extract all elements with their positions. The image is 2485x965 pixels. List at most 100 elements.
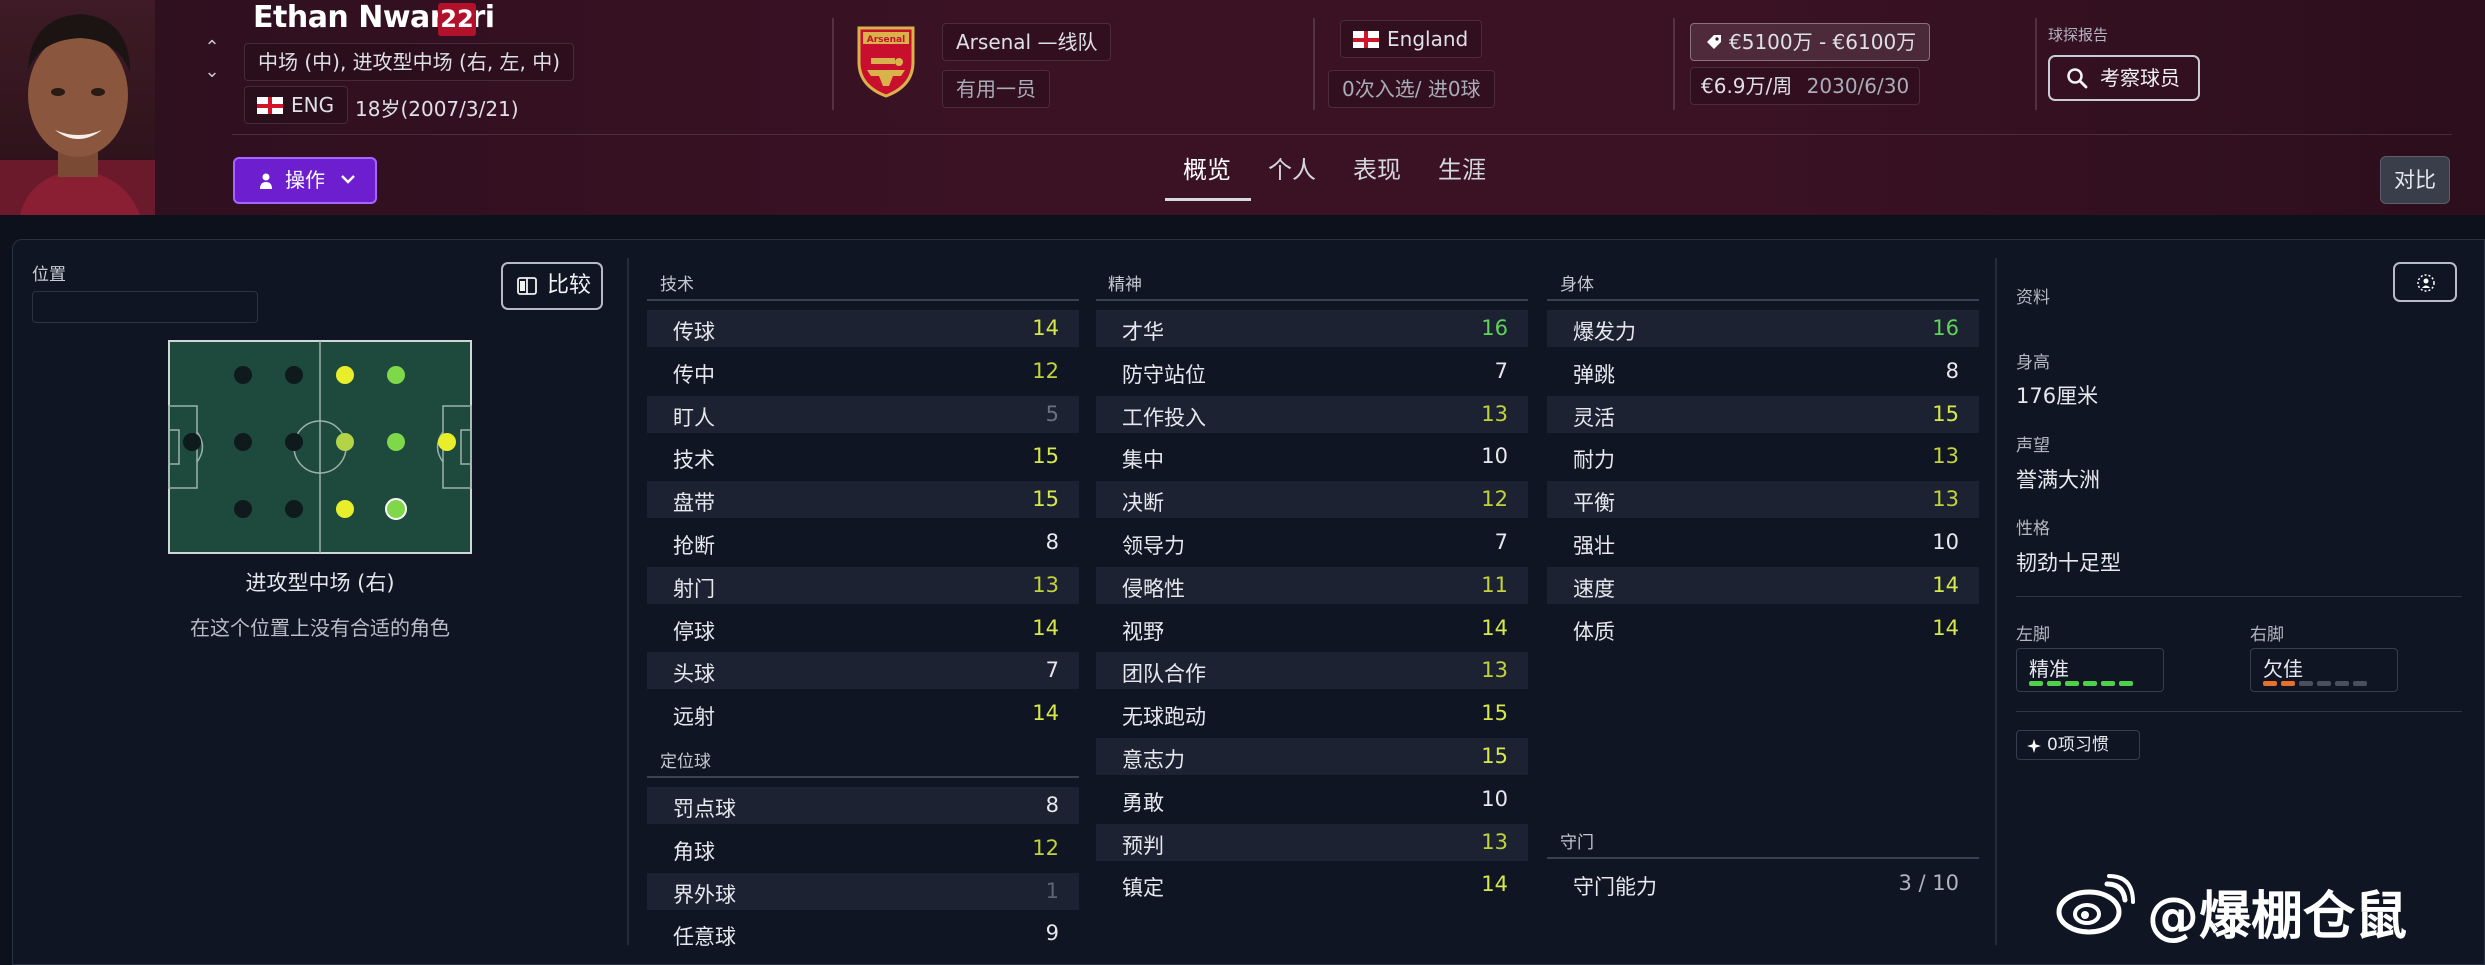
position-selector[interactable] xyxy=(32,291,258,323)
attribute-row[interactable]: 防守站位 7 xyxy=(1096,353,1528,390)
pitch-position-dot[interactable] xyxy=(336,433,354,451)
attribute-row[interactable]: 任意球 9 xyxy=(647,915,1079,952)
attribute-row[interactable]: 速度 14 xyxy=(1547,566,1979,604)
attribute-row[interactable]: 角球 12 xyxy=(647,830,1079,867)
attribute-name: 罚点球 xyxy=(673,797,736,821)
position-compare-button[interactable]: 比较 xyxy=(501,262,603,310)
goalkeeping-divider xyxy=(1547,857,1979,859)
foot-level-segment xyxy=(2281,681,2295,686)
attribute-row[interactable]: 停球 14 xyxy=(647,610,1079,647)
attribute-row[interactable]: 罚点球 8 xyxy=(647,787,1079,824)
attribute-value: 8 xyxy=(1045,530,1059,554)
tab-career[interactable]: 生涯 xyxy=(1438,150,1486,185)
previous-player-arrow-icon[interactable]: ⌃ xyxy=(200,36,224,60)
attribute-row[interactable]: 视野 14 xyxy=(1096,610,1528,647)
attribute-row[interactable]: 领导力 7 xyxy=(1096,524,1528,561)
physical-divider xyxy=(1547,299,1979,301)
attribute-value: 15 xyxy=(1481,744,1508,768)
international-country: England xyxy=(1387,27,1469,51)
tab-overview[interactable]: 概览 xyxy=(1183,150,1231,185)
attribute-row[interactable]: 盯人 5 xyxy=(647,395,1079,433)
attribute-row[interactable]: 集中 10 xyxy=(1096,438,1528,475)
right-foot-label: 右脚 xyxy=(2250,625,2284,645)
club-name-chip[interactable]: Arsenal —线队 xyxy=(942,23,1112,61)
attribute-row[interactable]: 平衡 13 xyxy=(1547,481,1979,519)
header-divider xyxy=(1313,18,1315,110)
pitch-position-dot[interactable] xyxy=(336,500,354,518)
tab-performance[interactable]: 表现 xyxy=(1353,150,1401,185)
watermark-text: @爆棚仓鼠 xyxy=(2147,887,2408,947)
selected-position-dot[interactable] xyxy=(385,498,407,520)
attribute-row[interactable]: 射门 13 xyxy=(647,566,1079,604)
transfer-value: €5100万 - €6100万 xyxy=(1729,30,1917,54)
attribute-row[interactable]: 体质 14 xyxy=(1547,610,1979,647)
attribute-row[interactable]: 爆发力 16 xyxy=(1547,310,1979,347)
attribute-value: 13 xyxy=(1932,487,1959,512)
attribute-row[interactable]: 耐力 13 xyxy=(1547,438,1979,475)
pitch-position-dot[interactable] xyxy=(336,366,354,384)
attribute-name: 平衡 xyxy=(1573,491,1615,516)
pitch-position-dot[interactable] xyxy=(387,366,405,384)
next-player-arrow-icon[interactable]: ⌄ xyxy=(200,60,224,84)
attribute-value: 13 xyxy=(1932,444,1959,469)
arsenal-crest-icon[interactable]: Arsenal xyxy=(855,22,917,98)
attribute-row[interactable]: 头球 7 xyxy=(647,652,1079,690)
pitch-position-dot[interactable] xyxy=(234,500,252,518)
player-nation: ENG xyxy=(291,93,335,117)
wage: €6.9万/周 xyxy=(1701,74,1793,98)
attribute-value: 14 xyxy=(1032,701,1059,726)
attribute-name: 领导力 xyxy=(1122,534,1185,558)
attribute-row[interactable]: 技术 15 xyxy=(647,438,1079,475)
attribute-row[interactable]: 侵略性 11 xyxy=(1096,566,1528,604)
scout-player-button[interactable]: 考察球员 xyxy=(2048,55,2200,101)
attribute-row[interactable]: 传球 14 xyxy=(647,310,1079,347)
attribute-row[interactable]: 无球跑动 15 xyxy=(1096,695,1528,732)
pitch-position-dot[interactable] xyxy=(438,433,456,451)
tab-personal[interactable]: 个人 xyxy=(1268,150,1316,185)
attribute-row[interactable]: 意志力 15 xyxy=(1096,738,1528,775)
pitch-position-dot[interactable] xyxy=(387,433,405,451)
attribute-row[interactable]: 团队合作 13 xyxy=(1096,652,1528,690)
left-foot-label: 左脚 xyxy=(2016,625,2050,645)
international-caps: 0次入选/ 进0球 xyxy=(1328,70,1495,108)
attribute-value: 10 xyxy=(1481,444,1508,469)
pitch-position-dot[interactable] xyxy=(285,433,303,451)
international-chip[interactable]: England xyxy=(1340,20,1483,58)
attribute-row[interactable]: 镇定 14 xyxy=(1096,866,1528,903)
attribute-row[interactable]: 强壮 10 xyxy=(1547,524,1979,561)
attribute-row[interactable]: 盘带 15 xyxy=(647,481,1079,519)
action-menu-button[interactable]: 操作 xyxy=(233,157,377,204)
compare-button[interactable]: 对比 xyxy=(2380,156,2450,204)
attribute-name: 视野 xyxy=(1122,619,1164,644)
attribute-value: 13 xyxy=(1481,658,1508,683)
set-pieces-divider xyxy=(647,776,1079,778)
attribute-row[interactable]: 灵活 15 xyxy=(1547,395,1979,433)
habits-chip[interactable]: 0项习惯 xyxy=(2016,730,2140,760)
attribute-row[interactable]: 弹跳 8 xyxy=(1547,353,1979,390)
info-divider xyxy=(2016,711,2462,712)
attribute-row[interactable]: 工作投入 13 xyxy=(1096,395,1528,433)
reputation-value: 誉满大洲 xyxy=(2016,468,2100,492)
transfer-value-chip[interactable]: €5100万 - €6100万 xyxy=(1690,23,1931,61)
attribute-row[interactable]: 才华 16 xyxy=(1096,310,1528,347)
attribute-row[interactable]: 抢断 8 xyxy=(647,524,1079,561)
foot-level-segment xyxy=(2101,681,2115,686)
attribute-row[interactable]: 勇敢 10 xyxy=(1096,781,1528,818)
attribute-row[interactable]: 传中 12 xyxy=(647,353,1079,390)
info-settings-button[interactable] xyxy=(2393,262,2457,302)
player-positions: 中场 (中), 进攻型中场 (右, 左, 中) xyxy=(244,43,575,81)
player-portrait xyxy=(0,0,155,215)
player-age-birth: 18岁(2007/3/21) xyxy=(355,97,519,121)
pitch-position-dot[interactable] xyxy=(183,433,201,451)
left-foot-value: 精准 xyxy=(2029,657,2069,681)
attribute-row[interactable]: 预判 13 xyxy=(1096,823,1528,861)
attribute-row[interactable]: 界外球 1 xyxy=(647,872,1079,910)
technical-title: 技术 xyxy=(660,275,694,295)
attribute-row[interactable]: 远射 14 xyxy=(647,695,1079,732)
attribute-name: 盯人 xyxy=(673,405,715,430)
pitch-position-dot[interactable] xyxy=(285,500,303,518)
pitch-position-dot[interactable] xyxy=(234,366,252,384)
pitch-position-dot[interactable] xyxy=(234,433,252,451)
attribute-row[interactable]: 决断 12 xyxy=(1096,481,1528,519)
pitch-position-dot[interactable] xyxy=(285,366,303,384)
